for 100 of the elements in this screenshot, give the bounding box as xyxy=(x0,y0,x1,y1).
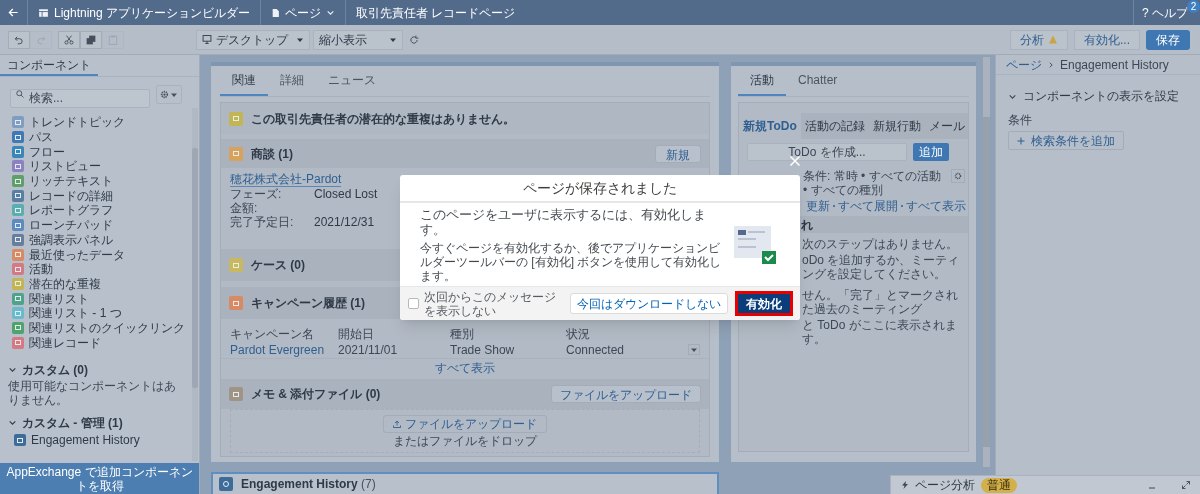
record-link[interactable]: 穂花株式会社-Pardot xyxy=(230,172,342,187)
filter-settings-button[interactable] xyxy=(951,169,965,183)
help-button[interactable]: ? ヘルプ xyxy=(1142,3,1188,22)
component-item[interactable]: 強調表示パネル xyxy=(12,232,199,248)
component-item[interactable]: フロー xyxy=(12,144,199,160)
undo-icon xyxy=(14,34,24,45)
table-cell-text: 2021/11/01 xyxy=(338,342,399,357)
toolbar-button[interactable] xyxy=(8,30,30,49)
toolbar-button[interactable] xyxy=(80,30,102,49)
component-item[interactable]: トレンドトピック xyxy=(12,115,199,130)
card-title: メモ & 添付ファイル (0) xyxy=(251,386,381,403)
section-title[interactable]: カスタム - 管理 (1) xyxy=(22,413,123,432)
add-filter-button[interactable]: 検索条件を追加 xyxy=(1008,131,1124,150)
section-title[interactable]: カスタム (0) xyxy=(22,360,88,379)
component-item[interactable]: 活動 xyxy=(12,261,199,277)
tab[interactable]: 詳細 xyxy=(268,66,316,96)
column-header: 状況 xyxy=(566,327,591,341)
chevron-right-icon xyxy=(1048,61,1054,68)
component-item[interactable]: リストビュー xyxy=(12,159,199,174)
modal-title: ページが保存されました xyxy=(523,178,677,198)
notification-badge: 2 xyxy=(1187,0,1200,13)
checkbox[interactable] xyxy=(408,298,419,309)
component-item[interactable]: 関連リスト xyxy=(12,291,199,306)
page-analysis-bar[interactable]: ページ分析 普通 xyxy=(890,475,1200,494)
component-item[interactable]: リッチテキスト xyxy=(12,173,199,189)
add-button[interactable]: 追加 xyxy=(913,143,949,161)
scrollbar[interactable] xyxy=(983,57,990,467)
expand-icon[interactable] xyxy=(1182,481,1190,489)
appexchange-button[interactable]: AppExchange で追加コンポーネントを取得 xyxy=(0,463,199,494)
component-item[interactable]: ローンチパッド xyxy=(12,217,199,233)
component-item[interactable]: 最近使ったデータ xyxy=(12,247,199,262)
activity-link[interactable]: すべて表示 xyxy=(906,199,966,213)
monitor-icon xyxy=(202,35,212,44)
breadcrumb-link[interactable]: ページ xyxy=(1006,55,1042,74)
column-header: キャンペーン名 xyxy=(230,327,315,341)
field-label: 金額: xyxy=(230,201,259,215)
subtab[interactable]: 新規ToDo xyxy=(739,113,801,139)
section-header-fragment: れ xyxy=(801,217,813,232)
campaign-link[interactable]: Pardot Evergreen xyxy=(230,342,338,357)
settings-button[interactable] xyxy=(156,85,182,104)
activity-message: oDo を追加するか、ミーティングを設定してください。 xyxy=(802,253,961,281)
upload-button[interactable]: ファイルをアップロード xyxy=(383,414,547,433)
activity-link[interactable]: 更新 xyxy=(806,199,830,213)
subtab[interactable]: メール xyxy=(924,113,969,139)
analysis-button[interactable]: 分析 xyxy=(1010,29,1068,50)
component-item[interactable]: 潜在的な重複 xyxy=(12,276,199,292)
selected-component[interactable]: Engagement History (7) xyxy=(211,472,719,494)
search-field[interactable]: 検索... xyxy=(10,88,150,108)
todo-field[interactable]: ToDo を作成... xyxy=(747,143,907,161)
activate-button[interactable]: 有効化... xyxy=(1074,29,1140,50)
copy-icon xyxy=(86,34,96,45)
component-item[interactable]: 関連レコード xyxy=(12,335,199,350)
tab[interactable]: ニュース xyxy=(316,66,388,96)
components-tab[interactable]: コンポーネント xyxy=(0,55,98,76)
duplicates-message: この取引先責任者の潜在的な重複はありません。 xyxy=(251,110,515,128)
activate-button[interactable]: 有効化 xyxy=(735,291,793,316)
view-dropdown[interactable]: 縮小表示 xyxy=(313,29,403,50)
component-item[interactable]: レポートグラフ xyxy=(12,203,199,218)
subtab[interactable]: 活動の記録 xyxy=(800,113,869,139)
row-menu-button[interactable] xyxy=(688,344,700,355)
card-title: 商談 (1) xyxy=(251,145,293,163)
tab[interactable]: 活動 xyxy=(738,66,786,96)
subtab[interactable]: 新規行動 xyxy=(868,113,925,139)
document-icon xyxy=(271,7,281,18)
view-all-link[interactable]: すべて表示 xyxy=(435,360,495,375)
table-cell-text: Trade Show xyxy=(450,342,516,357)
scrollbar[interactable] xyxy=(192,108,198,461)
card-title: ケース (0) xyxy=(251,257,305,274)
component-item[interactable]: 関連リストのクイックリンク xyxy=(12,320,199,336)
plus-icon xyxy=(1017,136,1025,145)
drop-zone[interactable]: ファイルをアップロード またはファイルをドロップ xyxy=(230,409,700,453)
chevron-down-icon[interactable] xyxy=(8,365,17,374)
search-icon xyxy=(16,90,24,98)
tab[interactable]: 関連 xyxy=(220,66,268,96)
tab[interactable]: Chatter xyxy=(786,66,850,96)
section-title[interactable]: コンポーネントの表示を設定 xyxy=(1023,87,1179,105)
activity-link[interactable]: すべて展開 xyxy=(838,199,898,213)
back-icon[interactable] xyxy=(8,7,19,18)
upload-files-button[interactable]: ファイルをアップロード xyxy=(551,385,701,403)
empty-message: 使用可能なコンポーネントはありません。 xyxy=(8,379,177,407)
component-item[interactable]: パス xyxy=(12,129,199,145)
skip-button[interactable]: 今回はダウンロードしない xyxy=(570,293,728,314)
device-dropdown[interactable]: デスクトップ xyxy=(196,29,310,50)
new-button[interactable]: 新規 xyxy=(655,144,701,163)
component-item[interactable]: レコードの詳細 xyxy=(12,188,199,204)
card-title: キャンペーン履歴 (1) xyxy=(251,295,365,312)
warning-icon xyxy=(1048,35,1058,44)
chevron-down-icon[interactable] xyxy=(8,418,17,427)
save-button[interactable]: 保存 xyxy=(1146,29,1190,50)
column-header: 開始日 xyxy=(338,327,375,341)
page-check-illustration xyxy=(734,225,776,264)
close-icon[interactable] xyxy=(789,155,801,167)
status-badge: 普通 xyxy=(981,477,1017,493)
toolbar-button[interactable] xyxy=(58,30,80,49)
scissors-icon xyxy=(64,34,74,45)
drop-hint: またはファイルをドロップ xyxy=(393,433,537,448)
settings-icon xyxy=(954,172,962,180)
component-item[interactable]: 関連リスト - 1 つ xyxy=(12,305,199,321)
component-item[interactable]: Engagement History xyxy=(14,433,199,448)
refresh-icon[interactable] xyxy=(409,34,419,45)
